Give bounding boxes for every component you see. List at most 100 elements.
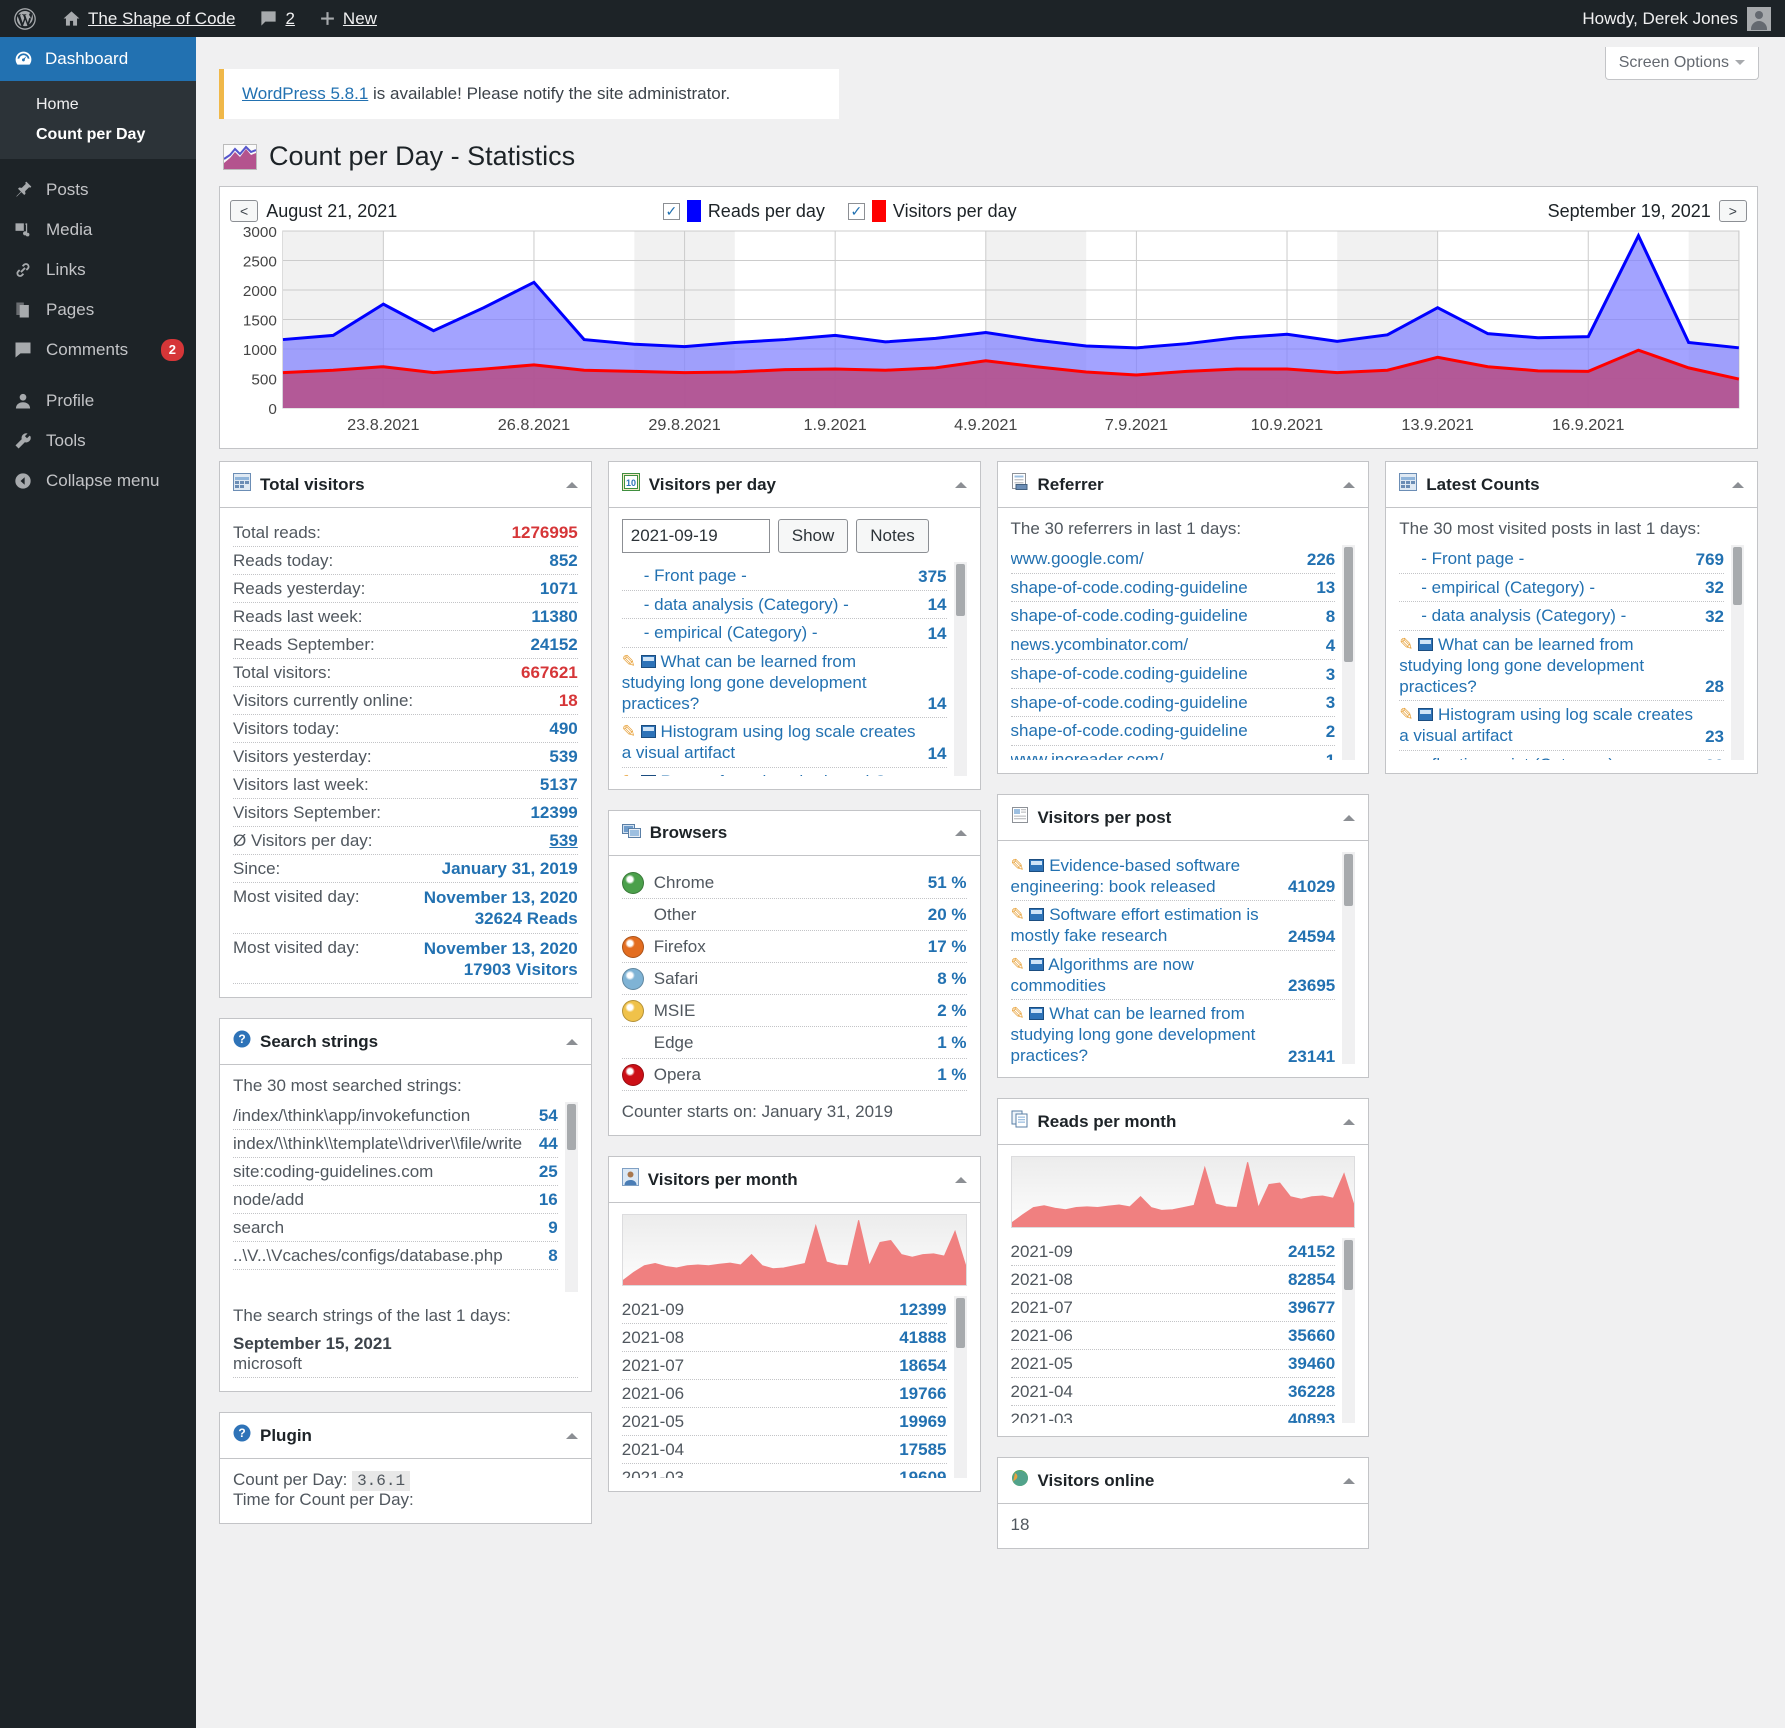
window-icon[interactable] — [1418, 638, 1434, 652]
collapse-toggle-icon[interactable] — [565, 1432, 578, 1439]
pencil-icon[interactable]: ✎ — [1399, 635, 1418, 654]
pencil-icon[interactable]: ✎ — [1011, 955, 1030, 974]
panel-plugin-header[interactable]: ? Plugin — [220, 1413, 591, 1459]
window-icon[interactable] — [1029, 908, 1045, 922]
pencil-icon[interactable]: ✎ — [1011, 856, 1030, 875]
total-visitors-row-value[interactable]: 539 — [549, 831, 577, 851]
reads-per-day-checkbox[interactable]: ✓ — [662, 202, 680, 220]
comments-bubble[interactable]: 2 — [247, 0, 306, 37]
sidebar-item-dashboard[interactable]: Dashboard — [0, 37, 204, 81]
legend-visitors-per-day[interactable]: ✓ Visitors per day — [847, 200, 1017, 222]
referrer-link[interactable]: shape-of-code.coding-guideline — [1011, 606, 1248, 627]
window-icon[interactable] — [640, 725, 656, 739]
pencil-icon[interactable]: ✎ — [1399, 705, 1418, 724]
reads-per-month-scroll[interactable]: 2021-09 24152 2021-08 82854 2021-07 39677 2021… — [1010, 1238, 1356, 1423]
visitors-per-post-link[interactable]: ✎ Algorithms are now commodities — [1011, 955, 1280, 996]
sidebar-item-comments[interactable]: Comments 2 — [0, 330, 196, 370]
pencil-icon[interactable]: ✎ — [622, 722, 641, 741]
latest-counts-link[interactable]: - floating-point (Category) - — [1399, 755, 1624, 760]
latest-counts-link[interactable]: - empirical (Category) - — [1399, 578, 1595, 599]
scrollbar[interactable] — [564, 1102, 578, 1292]
window-icon[interactable] — [640, 655, 656, 669]
collapse-toggle-icon[interactable] — [565, 481, 578, 488]
scrollbar[interactable] — [1342, 1238, 1356, 1423]
visitors-per-post-link[interactable]: ✎ Evidence-based software engineering: b… — [1011, 856, 1280, 897]
visitors-per-day-scroll[interactable]: - Front page - 375 - data analysis (Catego… — [621, 562, 967, 776]
chart-next-button[interactable]: > — [1718, 200, 1747, 222]
panel-total-visitors-header[interactable]: Total visitors — [220, 462, 591, 508]
panel-visitors-per-day-header[interactable]: 10 Visitors per day — [608, 462, 980, 508]
collapse-toggle-icon[interactable] — [1343, 1118, 1356, 1125]
collapse-toggle-icon[interactable] — [954, 830, 967, 836]
window-icon[interactable] — [1418, 708, 1434, 722]
latest-counts-link[interactable]: - data analysis (Category) - — [1399, 606, 1626, 627]
sidebar-item-posts[interactable]: Posts — [0, 170, 196, 210]
visitors-per-day-link[interactable]: ✎ Histogram using log scale creates a vi… — [622, 722, 920, 763]
legend-reads-per-day[interactable]: ✓ Reads per day — [662, 200, 825, 222]
collapse-toggle-icon[interactable] — [1343, 481, 1356, 488]
window-icon[interactable] — [640, 774, 656, 776]
wordpress-logo-menu[interactable] — [0, 0, 50, 37]
visitors-per-post-scroll[interactable]: ✎ Evidence-based software engineering: b… — [1010, 852, 1356, 1064]
sidebar-subitem-count-per-day[interactable]: Count per Day — [0, 120, 196, 150]
chart-prev-button[interactable]: < — [230, 200, 259, 222]
sidebar-item-media[interactable]: Media — [0, 210, 196, 250]
panel-referrer-header[interactable]: Referrer — [997, 462, 1369, 508]
screen-options-toggle[interactable]: Screen Options — [1604, 47, 1759, 80]
panel-visitors-online-header[interactable]: Visitors online — [997, 1458, 1369, 1504]
referrer-link[interactable]: shape-of-code.coding-guideline — [1011, 693, 1248, 714]
scrollbar[interactable] — [1342, 852, 1356, 1064]
sidebar-item-links[interactable]: Links — [0, 250, 196, 290]
search-strings-scroll[interactable]: /index/\think\app/invokefunction 54 index/… — [233, 1102, 578, 1292]
visitors-per-day-link[interactable]: ✎ What can be learned from studying long… — [622, 652, 920, 714]
latest-counts-link[interactable]: ✎ Histogram using log scale creates a vi… — [1399, 705, 1697, 746]
visitors-per-day-link[interactable]: ✎ Recent formal methods and C — [622, 772, 886, 776]
window-icon[interactable] — [1029, 1007, 1045, 1021]
account-menu[interactable]: Howdy, Derek Jones — [1582, 6, 1785, 31]
referrer-link[interactable]: www.google.com/ — [1011, 549, 1144, 570]
panel-latest-counts-header[interactable]: Latest Counts — [1386, 462, 1757, 508]
collapse-toggle-icon[interactable] — [1343, 814, 1356, 821]
sidebar-item-pages[interactable]: Pages — [0, 290, 196, 330]
referrer-link[interactable]: shape-of-code.coding-guideline — [1011, 578, 1248, 599]
sidebar-item-collapse-menu[interactable]: Collapse menu — [0, 461, 196, 501]
panel-visitors-per-post-header[interactable]: Visitors per post — [997, 795, 1369, 841]
visitors-per-day-link[interactable]: - empirical (Category) - — [622, 623, 818, 644]
site-name-menu[interactable]: The Shape of Code — [50, 0, 247, 37]
visitors-per-post-link[interactable]: ✎ Software effort estimation is mostly f… — [1011, 905, 1280, 946]
wordpress-update-link[interactable]: WordPress 5.8.1 — [242, 84, 368, 103]
visitors-per-month-scroll[interactable]: 2021-09 12399 2021-08 41888 2021-07 18654 2021… — [621, 1296, 967, 1478]
visitors-per-day-link[interactable]: - Front page - — [622, 566, 747, 587]
referrer-link[interactable]: shape-of-code.coding-guideline — [1011, 664, 1248, 685]
panel-browsers-header[interactable]: Browsers — [608, 811, 980, 856]
collapse-toggle-icon[interactable] — [954, 1176, 967, 1183]
referrer-link[interactable]: www.inoreader.com/ — [1011, 750, 1164, 760]
window-icon[interactable] — [1029, 859, 1045, 872]
latest-counts-link[interactable]: ✎ What can be learned from studying long… — [1399, 635, 1697, 697]
referrer-link[interactable]: news.ycombinator.com/ — [1011, 635, 1189, 656]
collapse-toggle-icon[interactable] — [954, 481, 967, 488]
pencil-icon[interactable]: ✎ — [622, 652, 641, 671]
collapse-toggle-icon[interactable] — [1732, 481, 1744, 488]
collapse-toggle-icon[interactable] — [565, 1038, 578, 1045]
notes-button[interactable]: Notes — [856, 519, 929, 553]
pencil-icon[interactable]: ✎ — [622, 772, 641, 776]
scrollbar[interactable] — [953, 562, 967, 776]
panel-reads-per-month-header[interactable]: Reads per month — [997, 1099, 1369, 1145]
latest-counts-scroll[interactable]: - Front page - 769 - empirical (Category) … — [1399, 545, 1744, 760]
visitors-per-day-checkbox[interactable]: ✓ — [847, 202, 865, 220]
pencil-icon[interactable]: ✎ — [1011, 905, 1030, 924]
sidebar-item-tools[interactable]: Tools — [0, 421, 196, 461]
scrollbar[interactable] — [953, 1296, 967, 1478]
referrer-scroll[interactable]: www.google.com/226 shape-of-code.coding-g… — [1010, 545, 1356, 760]
scrollbar[interactable] — [1731, 545, 1744, 760]
sidebar-item-profile[interactable]: Profile — [0, 381, 196, 421]
panel-search-strings-header[interactable]: ? Search strings — [220, 1019, 591, 1065]
latest-counts-link[interactable]: - Front page - — [1399, 549, 1524, 570]
window-icon[interactable] — [1029, 957, 1045, 971]
scrollbar[interactable] — [1342, 545, 1356, 760]
visitors-per-post-link[interactable]: ✎ What can be learned from studying long… — [1011, 1004, 1280, 1064]
pencil-icon[interactable]: ✎ — [1011, 1004, 1030, 1023]
collapse-toggle-icon[interactable] — [1343, 1477, 1356, 1484]
referrer-link[interactable]: shape-of-code.coding-guideline — [1011, 721, 1248, 742]
